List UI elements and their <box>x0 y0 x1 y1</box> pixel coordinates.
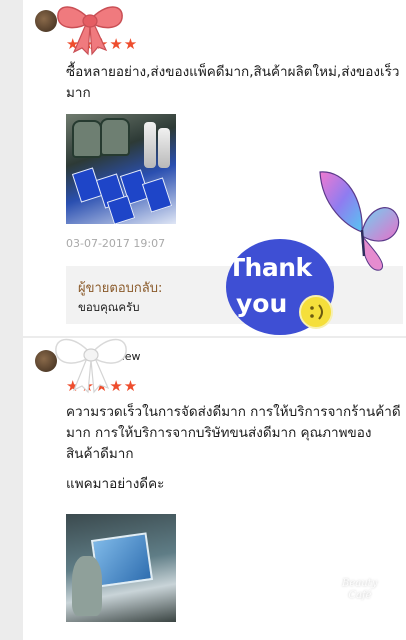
watermark-logo: Beauty Café <box>342 578 378 601</box>
review-text-extra: แพคมาอย่างดีคะ <box>66 476 165 492</box>
product-bottle <box>158 128 170 168</box>
bow-sticker-white-icon <box>55 338 127 394</box>
product-jar <box>100 118 130 156</box>
review-text: ซื้อหลายอย่าง,ส่งของแพ็คดีมาก,สินค้าผลิต… <box>66 64 400 101</box>
seller-reply-text: ขอบคุณครับ <box>78 300 140 314</box>
product-bottle <box>144 122 156 168</box>
thank-you-sticker: Thank you <box>226 239 334 335</box>
product-jar <box>72 120 102 158</box>
smiley-icon <box>299 295 333 329</box>
seller-reply-title: ผู้ขายตอบกลับ: <box>78 281 163 296</box>
review-text: ความรวดเร็วในการจัดส่งดีมาก การให้บริการ… <box>66 404 401 462</box>
review-photo[interactable] <box>66 514 176 622</box>
thank-you-line-2: you <box>236 289 288 318</box>
bow-sticker-pink-icon <box>57 6 123 56</box>
hand-shape <box>72 556 102 616</box>
product-packet <box>141 177 173 213</box>
review-timestamp: 03-07-2017 19:07 <box>66 237 166 250</box>
thank-you-line-1: Thank <box>228 253 312 282</box>
review-photo[interactable] <box>66 114 176 224</box>
